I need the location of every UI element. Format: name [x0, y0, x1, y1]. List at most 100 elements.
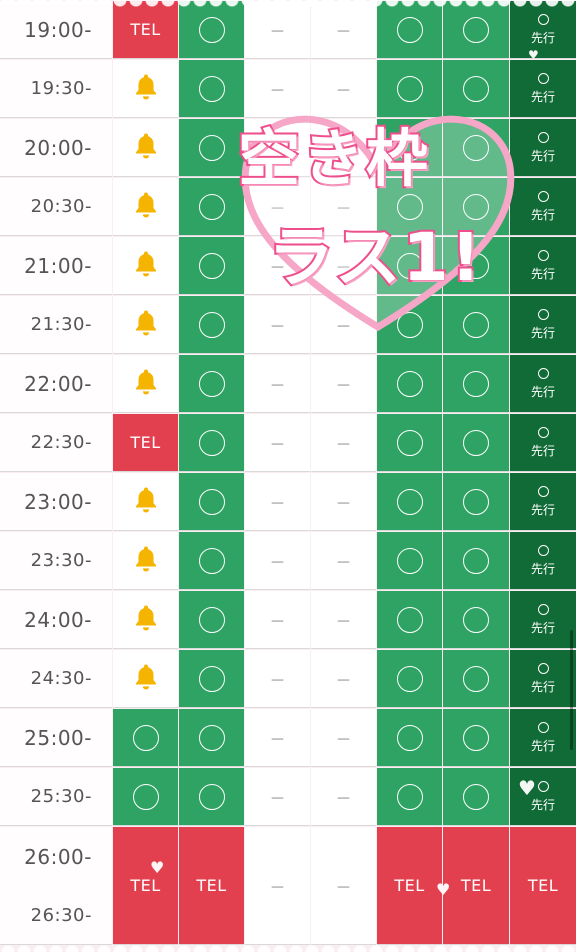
slot-advance-booking[interactable]: 先行 — [510, 60, 576, 118]
sparkle-heart-icon: ♥ — [436, 880, 451, 899]
slot-notify[interactable] — [113, 119, 178, 177]
tel-label: TEL — [394, 876, 425, 895]
slot-available[interactable] — [179, 650, 244, 708]
available-circle-icon — [537, 603, 549, 615]
slot-available[interactable] — [179, 709, 244, 767]
slot-available[interactable] — [443, 414, 509, 472]
slot-available[interactable] — [377, 414, 442, 472]
slot-available[interactable] — [443, 119, 509, 177]
slot-available[interactable] — [179, 296, 244, 354]
unavailable-dash: － — [335, 316, 352, 336]
slot-notify[interactable] — [113, 591, 178, 649]
slot-advance-booking[interactable]: 先行 — [510, 591, 576, 649]
unavailable-dash: － — [335, 139, 352, 159]
slot-available[interactable] — [443, 591, 509, 649]
slot-call[interactable]: TEL — [113, 827, 178, 945]
time-label: 23:30- — [0, 532, 112, 590]
slot-available[interactable] — [443, 532, 509, 590]
slot-available[interactable] — [443, 768, 509, 826]
slot-available[interactable] — [377, 237, 442, 295]
scrollbar[interactable] — [570, 630, 573, 750]
slot-available[interactable] — [443, 60, 509, 118]
slot-available[interactable] — [377, 591, 442, 649]
slot-advance-booking[interactable]: 先行 — [510, 650, 576, 708]
available-circle-icon — [396, 252, 423, 279]
available-circle-icon — [463, 488, 489, 515]
slot-notify[interactable] — [113, 60, 178, 118]
slot-call[interactable]: TEL — [179, 827, 244, 945]
slot-call[interactable]: TEL — [113, 414, 178, 472]
slot-available[interactable] — [377, 532, 442, 590]
slot-available[interactable] — [179, 473, 244, 531]
slot-available[interactable] — [377, 650, 442, 708]
time-label: 22:30- — [0, 414, 112, 472]
slot-advance-booking[interactable]: 先行 — [510, 473, 576, 531]
available-circle-icon — [463, 547, 489, 574]
time-text: 21:30- — [30, 314, 92, 335]
slot-available[interactable] — [179, 237, 244, 295]
time-text: 23:00- — [24, 489, 92, 514]
time-text: 19:00- — [24, 17, 92, 42]
bell-icon — [131, 72, 161, 106]
unavailable-dash: － — [335, 434, 352, 454]
slot-available[interactable] — [179, 414, 244, 472]
unavailable-dash: － — [335, 788, 352, 808]
slot-available[interactable] — [377, 60, 442, 118]
slot-available[interactable] — [443, 709, 509, 767]
slot-available[interactable] — [179, 178, 244, 236]
slot-notify[interactable] — [113, 532, 178, 590]
slot-available[interactable] — [179, 532, 244, 590]
slot-advance-booking[interactable]: 先行 — [510, 237, 576, 295]
available-circle-icon — [537, 780, 549, 792]
slot-call[interactable]: TEL — [443, 827, 509, 945]
slot-advance-booking[interactable]: 先行 — [510, 296, 576, 354]
slot-call[interactable]: TEL — [510, 827, 576, 945]
unavailable-dash: － — [335, 80, 352, 100]
slot-unavailable: － — [245, 296, 310, 354]
slot-available[interactable] — [377, 709, 442, 767]
slot-available[interactable] — [377, 296, 442, 354]
slot-available[interactable] — [377, 119, 442, 177]
time-text: 21:00- — [24, 253, 92, 278]
slot-available[interactable] — [443, 355, 509, 413]
slot-available[interactable] — [179, 119, 244, 177]
slot-available[interactable] — [179, 355, 244, 413]
schedule-row: 20:30- － － 先行 — [0, 178, 576, 237]
slot-notify[interactable] — [113, 473, 178, 531]
slot-unavailable: － — [245, 119, 310, 177]
slot-advance-booking[interactable]: 先行 — [510, 709, 576, 767]
slot-available[interactable] — [113, 768, 178, 826]
schedule-grid: 19:00- TEL － － 先行 19:30- － － 先行 20:00- － － 先行 20:30- －… — [0, 0, 576, 952]
slot-available[interactable] — [179, 591, 244, 649]
slot-available[interactable] — [377, 768, 442, 826]
slot-notify[interactable] — [113, 355, 178, 413]
slot-available[interactable] — [179, 768, 244, 826]
slot-notify[interactable] — [113, 178, 178, 236]
available-circle-icon — [537, 72, 549, 84]
slot-advance-booking[interactable]: 先行 — [510, 532, 576, 590]
slot-available[interactable] — [443, 237, 509, 295]
schedule-row: 25:00- － － 先行 — [0, 709, 576, 768]
slot-advance-booking[interactable]: 先行 — [510, 414, 576, 472]
slot-available[interactable] — [113, 709, 178, 767]
slot-available[interactable] — [443, 650, 509, 708]
bell-icon — [131, 249, 161, 283]
slot-advance-booking[interactable]: 先行 — [510, 119, 576, 177]
slot-unavailable: － — [311, 119, 376, 177]
slot-available[interactable] — [443, 473, 509, 531]
time-text: 23:30- — [30, 550, 92, 571]
slot-available[interactable] — [443, 296, 509, 354]
unavailable-dash: － — [269, 611, 286, 631]
slot-available[interactable] — [377, 355, 442, 413]
slot-advance-booking[interactable]: 先行 — [510, 178, 576, 236]
slot-available[interactable] — [443, 178, 509, 236]
available-circle-icon — [463, 193, 489, 220]
slot-notify[interactable] — [113, 650, 178, 708]
slot-notify[interactable] — [113, 296, 178, 354]
slot-advance-booking[interactable]: 先行 — [510, 355, 576, 413]
slot-notify[interactable] — [113, 237, 178, 295]
slot-call[interactable]: TEL — [377, 827, 442, 945]
slot-available[interactable] — [377, 178, 442, 236]
slot-available[interactable] — [179, 60, 244, 118]
slot-available[interactable] — [377, 473, 442, 531]
